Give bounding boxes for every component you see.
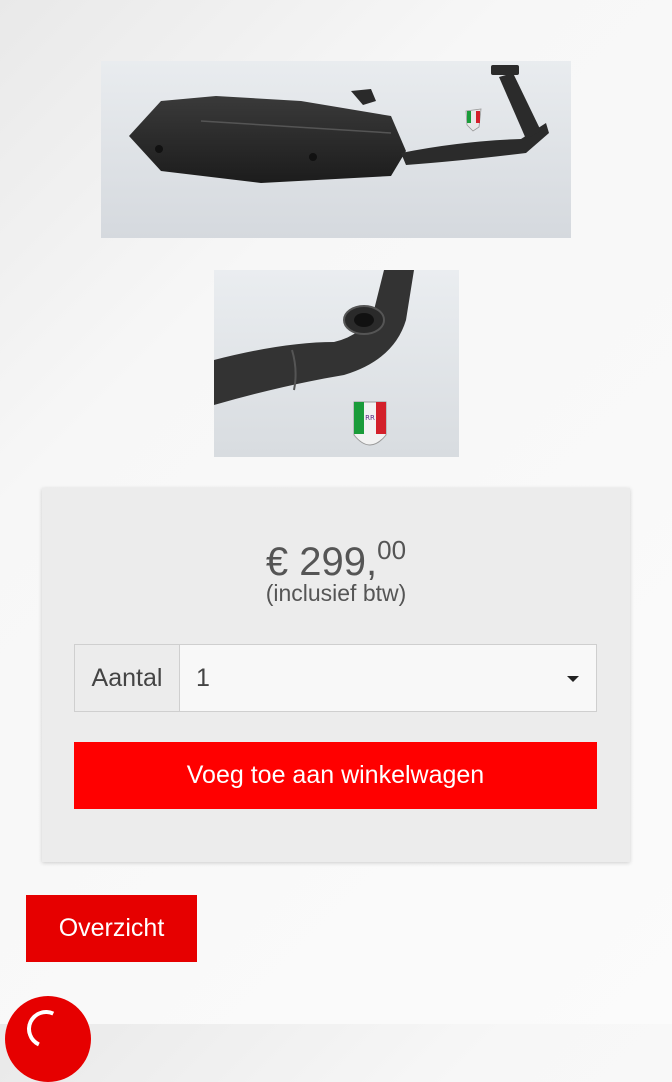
vat-note: (inclusief btw) xyxy=(265,580,407,606)
chevron-down-icon xyxy=(567,676,579,682)
price-cents: 00 xyxy=(377,535,407,565)
chat-icon xyxy=(21,1004,71,1054)
price-whole: 299, xyxy=(299,540,378,584)
add-to-cart-button[interactable]: Voeg toe aan winkelwagen xyxy=(74,742,597,809)
svg-text:RR: RR xyxy=(365,414,375,422)
product-price: € 299,00 xyxy=(42,526,630,586)
chat-widget-button[interactable] xyxy=(5,996,91,1082)
quantity-group: Aantal 1 xyxy=(74,644,597,712)
product-photo-exhaust-detail[interactable]: RR xyxy=(214,270,459,457)
quantity-label: Aantal xyxy=(75,645,180,711)
quantity-selected-value: 1 xyxy=(196,663,210,692)
product-photo-exhaust[interactable] xyxy=(101,61,571,238)
overview-button[interactable]: Overzicht xyxy=(26,895,197,962)
buy-box: € 299,00 (inclusief btw) Aantal 1 Voeg t… xyxy=(42,488,630,862)
price-currency: € xyxy=(265,540,289,584)
quantity-select[interactable]: 1 xyxy=(180,645,596,711)
